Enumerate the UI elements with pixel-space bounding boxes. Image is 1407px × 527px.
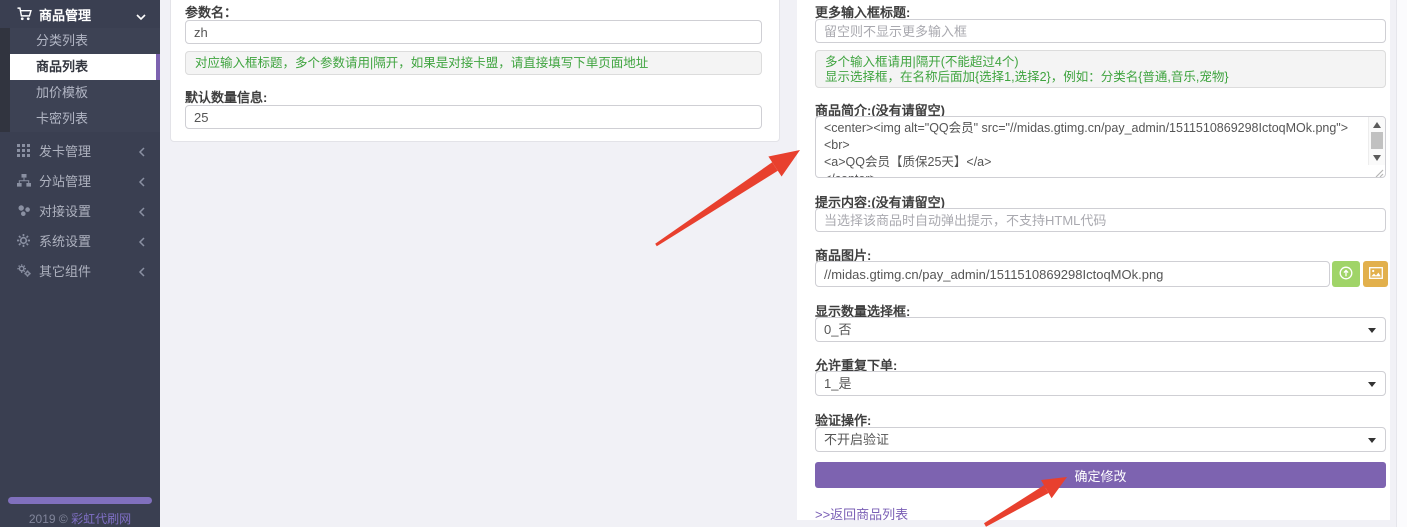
sidebar-item-category-list[interactable]: 分类列表 <box>10 28 160 54</box>
param-form-card: 参数名： 对应输入框标题，多个参数请用|隔开，如果是对接卡盟，请直接填写下单页面… <box>170 0 780 142</box>
product-edit-form: 更多输入框标题: 多个输入框请用|隔开(不能超过4个) 显示选择框，在名称后面加… <box>797 0 1390 520</box>
sitemap-icon <box>17 174 39 187</box>
sidebar-item-substation-management[interactable]: 分站管理 <box>0 165 160 195</box>
chevron-left-icon <box>138 235 145 250</box>
grid-icon <box>17 144 39 157</box>
sidebar-footer-bar <box>8 497 152 504</box>
sidebar-item-markup-template[interactable]: 加价模板 <box>10 80 160 106</box>
sidebar-item-product-list[interactable]: 商品列表 <box>10 54 160 80</box>
nodes-icon <box>17 204 39 217</box>
sidebar-item-label: 发卡管理 <box>39 141 91 160</box>
product-desc-textarea[interactable]: <center><img alt="QQ会员" src="//midas.gti… <box>816 117 1368 177</box>
sidebar-item-label: 分站管理 <box>39 171 91 190</box>
sidebar-item-label: 系统设置 <box>39 231 91 250</box>
resize-grip-icon[interactable] <box>1374 166 1384 176</box>
image-icon <box>1369 267 1383 282</box>
gears-icon <box>17 264 39 277</box>
select-caret-icon <box>1368 382 1376 387</box>
sidebar: 商品管理 分类列表 商品列表 加价模板 卡密列表 发卡管理 分站管理 对接设置 <box>0 0 160 527</box>
sidebar-item-label: 对接设置 <box>39 201 91 220</box>
more-inputs-help-text: 多个输入框请用|隔开(不能超过4个) 显示选择框，在名称后面加{选择1,选择2}… <box>815 50 1386 88</box>
chevron-left-icon <box>138 205 145 220</box>
back-to-product-list-link[interactable]: >>返回商品列表 <box>815 504 908 523</box>
sidebar-item-system-settings[interactable]: 系统设置 <box>0 225 160 255</box>
product-submenu: 分类列表 商品列表 加价模板 卡密列表 <box>0 28 160 132</box>
chevron-left-icon <box>138 175 145 190</box>
gear-icon <box>17 234 39 247</box>
sidebar-item-card-list[interactable]: 卡密列表 <box>10 106 160 132</box>
verify-action-select[interactable]: 不开启验证 <box>815 427 1386 452</box>
page-scrollbar[interactable] <box>1396 0 1407 527</box>
chevron-left-icon <box>138 265 145 280</box>
cart-icon <box>17 7 39 21</box>
image-library-button[interactable] <box>1363 261 1388 287</box>
product-desc-field: <center><img alt="QQ会员" src="//midas.gti… <box>815 116 1386 178</box>
qty-selector-select[interactable]: 0_否 <box>815 317 1386 342</box>
sidebar-item-docking-settings[interactable]: 对接设置 <box>0 195 160 225</box>
repeat-order-value: 1_是 <box>824 376 851 391</box>
copyright: 2019 © 彩虹代刷网 <box>0 510 160 527</box>
repeat-order-select[interactable]: 1_是 <box>815 371 1386 396</box>
select-caret-icon <box>1368 438 1376 443</box>
sidebar-item-card-management[interactable]: 发卡管理 <box>0 135 160 165</box>
scroll-down-icon[interactable] <box>1373 155 1381 161</box>
site-link[interactable]: 彩虹代刷网 <box>71 512 131 526</box>
default-qty-input[interactable] <box>185 105 762 129</box>
param-help-text: 对应输入框标题，多个参数请用|隔开，如果是对接卡盟，请直接填写下单页面地址 <box>185 51 762 75</box>
default-qty-label: 默认数量信息: <box>185 87 267 106</box>
chevron-left-icon <box>138 145 145 160</box>
more-inputs-input[interactable] <box>815 19 1386 43</box>
help-line-1: 多个输入框请用|隔开(不能超过4个) <box>825 55 1376 70</box>
scroll-up-icon[interactable] <box>1373 122 1381 128</box>
qty-selector-value: 0_否 <box>824 322 851 337</box>
help-line-2: 显示选择框，在名称后面加{选择1,选择2}，例如：分类名{普通,音乐,宠物} <box>825 70 1376 85</box>
sidebar-item-other-components[interactable]: 其它组件 <box>0 255 160 285</box>
textarea-scrollbar[interactable] <box>1368 117 1385 165</box>
sidebar-item-label: 商品管理 <box>39 5 91 24</box>
upload-image-button[interactable] <box>1332 261 1360 287</box>
sidebar-item-label: 其它组件 <box>39 261 91 280</box>
upload-icon <box>1339 266 1353 283</box>
select-caret-icon <box>1368 328 1376 333</box>
param-name-input[interactable] <box>185 20 762 44</box>
scrollbar-thumb[interactable] <box>1371 132 1383 149</box>
chevron-down-icon <box>136 9 146 24</box>
tip-content-input[interactable] <box>815 208 1386 232</box>
product-image-input[interactable] <box>815 261 1330 287</box>
annotation-arrow-desc <box>650 140 810 255</box>
confirm-modify-button[interactable]: 确定修改 <box>815 462 1386 488</box>
param-name-label: 参数名： <box>185 2 237 21</box>
verify-action-value: 不开启验证 <box>824 432 889 447</box>
copyright-year: 2019 © <box>29 512 68 526</box>
sidebar-item-product-management[interactable]: 商品管理 <box>0 0 160 28</box>
